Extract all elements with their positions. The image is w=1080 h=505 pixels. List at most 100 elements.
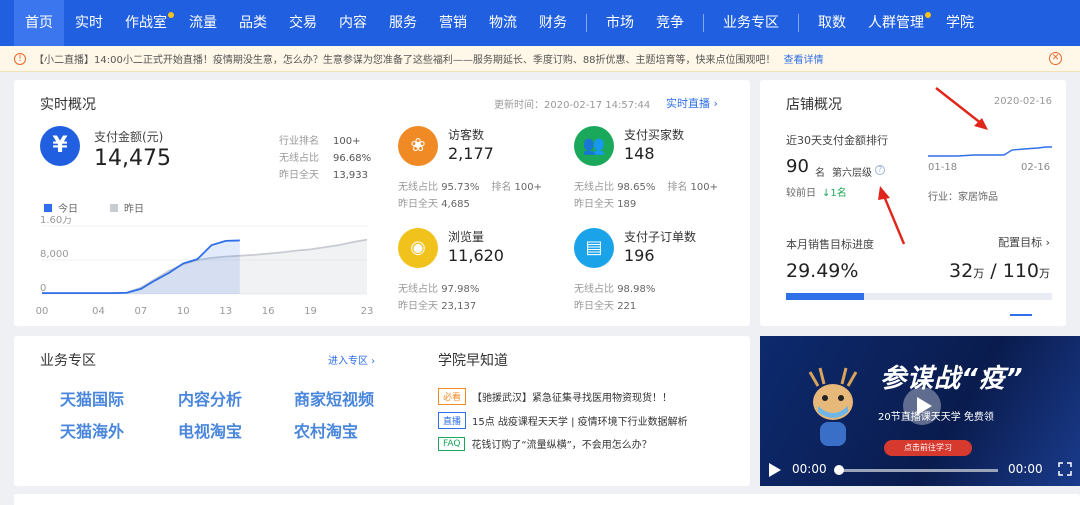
nav-item-12[interactable]: 竞争 — [645, 0, 695, 46]
metric-card[interactable]: 👥 支付买家数 148 无线占比 98.65% 排名 100+ 昨日全天 189 — [574, 126, 744, 216]
carousel-indicator[interactable] — [1010, 314, 1032, 316]
metric-rank: 100+ — [690, 182, 718, 193]
metric-yesterday-value: 23,137 — [441, 301, 477, 312]
nav-item-label: 业务专区 — [723, 15, 779, 31]
biz-link-rural-taobao[interactable]: 农村淘宝 — [294, 418, 358, 442]
enter-zone-label: 进入专区 — [328, 356, 368, 367]
yesterday-total: 昨日全天 13,933 — [279, 166, 368, 181]
nav-item-label: 财务 — [539, 15, 567, 31]
play-icon[interactable] — [768, 462, 782, 478]
mascot-illustration — [808, 367, 858, 446]
alert-icon: ! — [14, 52, 26, 65]
x-tick-label: 07 — [135, 306, 148, 317]
academy-item[interactable]: 必看 【驰援武汉】紧急征集寻找医用物资现货！！ — [438, 388, 672, 405]
video-controls: 00:00 00:00 — [760, 452, 1080, 486]
realtime-live-link[interactable]: 实时直播 › — [666, 95, 718, 111]
academy-item[interactable]: 直播 15点 战疫课程天天学 | 疫情环境下行业数据解析 — [438, 412, 688, 429]
legend-swatch-today — [44, 203, 52, 212]
x-tick-label: 19 — [304, 306, 317, 317]
nav-item-7[interactable]: 服务 — [378, 0, 428, 46]
wireless-share-label: 无线占比 — [279, 153, 319, 164]
sales-target-progress-fill — [786, 293, 865, 300]
nav-item-9[interactable]: 物流 — [478, 0, 528, 46]
metric-wireless-value: 98.65% — [617, 182, 656, 193]
metric-wireless-value: 98.98% — [617, 284, 656, 295]
nav-item-1[interactable]: 实时 — [64, 0, 114, 46]
academy-item-text: 【驰援武汉】紧急征集寻找医用物资现货！！ — [472, 393, 673, 404]
academy-tag: FAQ — [438, 436, 466, 451]
rank-value: 90 — [786, 156, 809, 177]
nav-item-0[interactable]: 首页 — [14, 0, 64, 46]
video-player[interactable]: 参谋战“疫” 20节直播课天天学 免费领 点击前往学习 00:00 00:00 — [760, 336, 1080, 486]
rank-label: 近30天支付金额排行 — [786, 134, 888, 147]
notice-detail-link[interactable]: 查看详情 — [784, 51, 824, 66]
metric-label: 支付买家数 — [624, 128, 685, 142]
play-overlay-icon[interactable] — [902, 386, 942, 426]
rank-compare: 较前日 ↓1名 — [786, 184, 847, 199]
yesterday-total-value: 13,933 — [333, 170, 368, 181]
new-badge-dot — [925, 12, 931, 18]
sales-target-label: 本月销售目标进度 — [786, 238, 874, 251]
metric-wireless: 无线占比 97.98% — [398, 280, 479, 295]
enter-zone-link[interactable]: 进入专区 › — [328, 352, 375, 367]
x-tick-label: 23 — [361, 306, 374, 317]
nav-item-label: 首页 — [25, 15, 53, 31]
x-tick-label: 16 — [262, 306, 275, 317]
configure-target-link[interactable]: 配置目标 › — [998, 234, 1050, 250]
nav-item-4[interactable]: 品类 — [228, 0, 278, 46]
nav-item-label: 品类 — [239, 15, 267, 31]
mini-x-start: 01-18 — [928, 162, 958, 173]
metric-wireless: 无线占比 98.65% 排名 100+ — [574, 178, 718, 193]
metric-label: 浏览量 — [448, 230, 485, 244]
realtime-overview-card: 实时概况 更新时间：2020-02-17 14:57:44 实时直播 › ¥ 支… — [14, 80, 750, 326]
biz-link-tv-taobao[interactable]: 电视淘宝 — [178, 418, 242, 442]
yen-icon: ¥ — [40, 126, 80, 166]
metric-card[interactable]: ▤ 支付子订单数 196 无线占比 98.98% 昨日全天 221 — [574, 228, 744, 318]
nav-item-label: 营销 — [439, 15, 467, 31]
nav-item-13[interactable]: 业务专区 — [712, 0, 790, 46]
metric-yesterday-value: 4,685 — [441, 199, 470, 210]
nav-item-6[interactable]: 内容 — [328, 0, 378, 46]
nav-item-15[interactable]: 人群管理 — [857, 0, 935, 46]
video-progress-track[interactable] — [838, 469, 998, 472]
metric-card[interactable]: ❀ 访客数 2,177 无线占比 95.73% 排名 100+ 昨日全天 4,68… — [398, 126, 568, 216]
metric-label: 支付子订单数 — [624, 230, 697, 244]
fullscreen-icon[interactable] — [1058, 462, 1072, 476]
video-total-time: 00:00 — [1008, 462, 1043, 476]
help-icon[interactable]: ? — [875, 165, 885, 175]
nav-item-16[interactable]: 学院 — [935, 0, 985, 46]
nav-item-8[interactable]: 营销 — [428, 0, 478, 46]
metric-yesterday: 昨日全天 4,685 — [398, 195, 470, 210]
nav-item-label: 实时 — [75, 15, 103, 31]
nav-item-5[interactable]: 交易 — [278, 0, 328, 46]
nav-item-10[interactable]: 财务 — [528, 0, 578, 46]
video-progress-knob[interactable] — [834, 465, 844, 475]
legend-yesterday[interactable]: 昨日 — [110, 200, 144, 215]
nav-item-14[interactable]: 取数 — [807, 0, 857, 46]
metric-card[interactable]: ◉ 浏览量 11,620 无线占比 97.98% 昨日全天 23,137 — [398, 228, 568, 318]
business-zone-title: 业务专区 — [40, 353, 96, 369]
metric-rank-label: 排名 — [667, 182, 688, 193]
metric-value: 11,620 — [448, 246, 504, 265]
metric-rank-label: 排名 — [491, 182, 512, 193]
target-sep: / — [990, 260, 997, 282]
biz-link-tmall-global[interactable]: 天猫国际 — [60, 386, 124, 410]
nav-item-11[interactable]: 市场 — [595, 0, 645, 46]
metric-wireless: 无线占比 98.98% — [574, 280, 655, 295]
paw-icon: ❀ — [398, 126, 438, 166]
academy-item[interactable]: FAQ 花钱订购了“流量纵横”，不会用怎么办？ — [438, 436, 652, 451]
x-tick-label: 13 — [219, 306, 232, 317]
academy-title: 学院早知道 — [438, 353, 508, 369]
biz-link-tmall-overseas[interactable]: 天猫海外 — [60, 418, 124, 442]
nav-item-3[interactable]: 流量 — [178, 0, 228, 46]
legend-today[interactable]: 今日 — [44, 200, 78, 215]
close-icon[interactable]: ✕ — [1049, 52, 1062, 65]
nav-separator — [586, 14, 587, 32]
nav-item-2[interactable]: 作战室 — [114, 0, 178, 46]
biz-link-short-video[interactable]: 商家短视频 — [294, 386, 374, 410]
nav-item-label: 交易 — [289, 15, 317, 31]
store-title: 店铺概况 — [786, 97, 842, 113]
nav-item-label: 内容 — [339, 15, 367, 31]
biz-link-content-analysis[interactable]: 内容分析 — [178, 386, 242, 410]
nav-item-label: 物流 — [489, 15, 517, 31]
